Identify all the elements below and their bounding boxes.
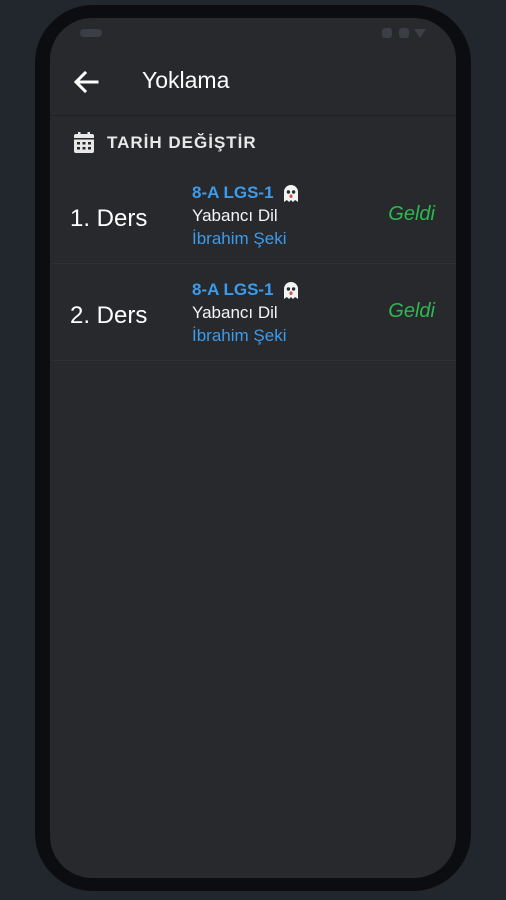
signal-icon [414,29,426,38]
attendance-status: Geldi [388,203,435,225]
page-title: Yoklama [142,67,230,93]
status-icon [399,28,409,38]
change-date-label: TARİH DEĞİŞTİR [107,133,257,152]
subject-name: Yabancı Dil [192,206,278,225]
lesson-row[interactable]: 1. Ders 8-A LGS-1 Yabancı Dil İbrahim Şe… [50,169,456,264]
subject-name: Yabancı Dil [192,303,278,322]
class-line: 8-A LGS-1 [192,181,301,204]
teacher-name: İbrahim Şeki [192,326,287,345]
app-bar: Yoklama [50,48,456,116]
teacher-name: İbrahim Şeki [192,229,287,248]
ghost-icon [283,281,298,299]
attendance-status: Geldi [388,300,435,322]
change-date-button[interactable]: TARİH DEĞİŞTİR [72,130,257,156]
lesson-number: 1. Ders [70,205,148,232]
back-button[interactable] [70,66,102,98]
class-name: 8-A LGS-1 [192,182,274,202]
calendar-icon [74,132,94,153]
status-icon [382,28,392,38]
class-line: 8-A LGS-1 [192,278,301,301]
lesson-row[interactable]: 2. Ders 8-A LGS-1 Yabancı Dil İbrahim Şe… [50,266,456,361]
lesson-info: 8-A LGS-1 Yabancı Dil İbrahim Şeki [192,278,301,347]
app-screen: Yoklama TARİH DEĞİŞTİR 1. Ders 8-A LGS-1… [50,18,456,878]
ghost-icon [283,184,298,202]
status-time-placeholder [80,29,102,37]
arrow-left-icon [73,70,99,94]
lesson-number: 2. Ders [70,302,148,329]
lesson-info: 8-A LGS-1 Yabancı Dil İbrahim Şeki [192,181,301,250]
status-bar [50,18,456,48]
class-name: 8-A LGS-1 [192,279,274,299]
